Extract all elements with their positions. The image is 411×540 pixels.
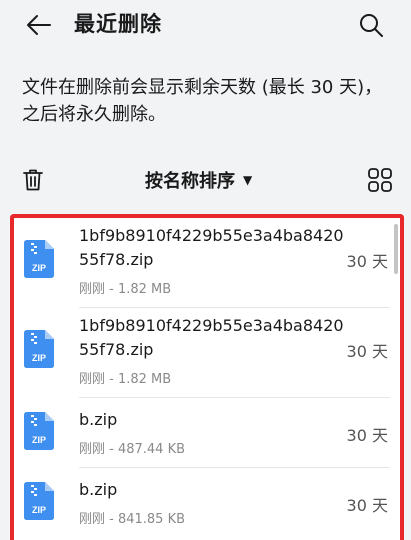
trash-icon bbox=[23, 169, 43, 191]
file-name: b.zip bbox=[79, 410, 118, 429]
zip-file-icon: ZIP bbox=[24, 240, 54, 278]
delete-button[interactable] bbox=[18, 164, 48, 196]
toolbar: 按名称排序 ▼ bbox=[0, 158, 411, 204]
file-row[interactable]: ZIP 1bf9b8910f4229b55e3a4ba842055f78.zip… bbox=[14, 308, 400, 398]
zip-file-icon: ZIP bbox=[24, 330, 54, 368]
view-toggle-button[interactable] bbox=[364, 164, 396, 196]
zip-file-icon: ZIP bbox=[24, 412, 54, 450]
days-remaining: 30 天 bbox=[346, 342, 388, 361]
page-title: 最近删除 bbox=[74, 12, 162, 36]
file-meta: 刚刚 - 487.44 KB bbox=[79, 442, 186, 457]
search-button[interactable] bbox=[354, 8, 388, 42]
svg-text:ZIP: ZIP bbox=[32, 435, 46, 445]
back-button[interactable] bbox=[22, 8, 56, 42]
caret-down-icon: ▼ bbox=[243, 173, 253, 187]
deleted-files-list: ZIP 1bf9b8910f4229b55e3a4ba842055f78.zip… bbox=[10, 214, 404, 540]
svg-text:ZIP: ZIP bbox=[32, 505, 46, 515]
file-name: b.zip bbox=[79, 480, 118, 499]
file-meta: 刚刚 - 1.82 MB bbox=[79, 372, 172, 387]
search-icon bbox=[360, 14, 383, 37]
days-remaining: 30 天 bbox=[346, 496, 388, 515]
file-meta: 刚刚 - 1.82 MB bbox=[79, 282, 172, 297]
days-remaining: 30 天 bbox=[346, 426, 388, 445]
file-name: 1bf9b8910f4229b55e3a4ba842055f78.zip bbox=[79, 226, 344, 269]
svg-text:ZIP: ZIP bbox=[32, 353, 46, 363]
sort-label: 按名称排序 bbox=[145, 171, 235, 192]
file-name: 1bf9b8910f4229b55e3a4ba842055f78.zip bbox=[79, 316, 344, 359]
sort-dropdown[interactable]: 按名称排序 ▼ bbox=[145, 166, 252, 194]
days-remaining: 30 天 bbox=[346, 252, 388, 271]
top-bar: 最近删除 bbox=[0, 0, 411, 50]
file-row[interactable]: ZIP b.zip 刚刚 - 841.85 KB 30 天 bbox=[14, 468, 400, 540]
arrow-left-icon bbox=[27, 15, 51, 35]
file-row[interactable]: ZIP 1bf9b8910f4229b55e3a4ba842055f78.zip… bbox=[14, 218, 400, 308]
grid-view-icon bbox=[368, 168, 392, 192]
file-row[interactable]: ZIP b.zip 刚刚 - 487.44 KB 30 天 bbox=[14, 398, 400, 468]
file-meta: 刚刚 - 841.85 KB bbox=[79, 512, 186, 527]
svg-text:ZIP: ZIP bbox=[32, 263, 46, 273]
zip-file-icon: ZIP bbox=[24, 482, 54, 520]
retention-notice: 文件在删除前会显示剩余天数 (最长 30 天)，之后将永久删除。 bbox=[22, 77, 383, 125]
